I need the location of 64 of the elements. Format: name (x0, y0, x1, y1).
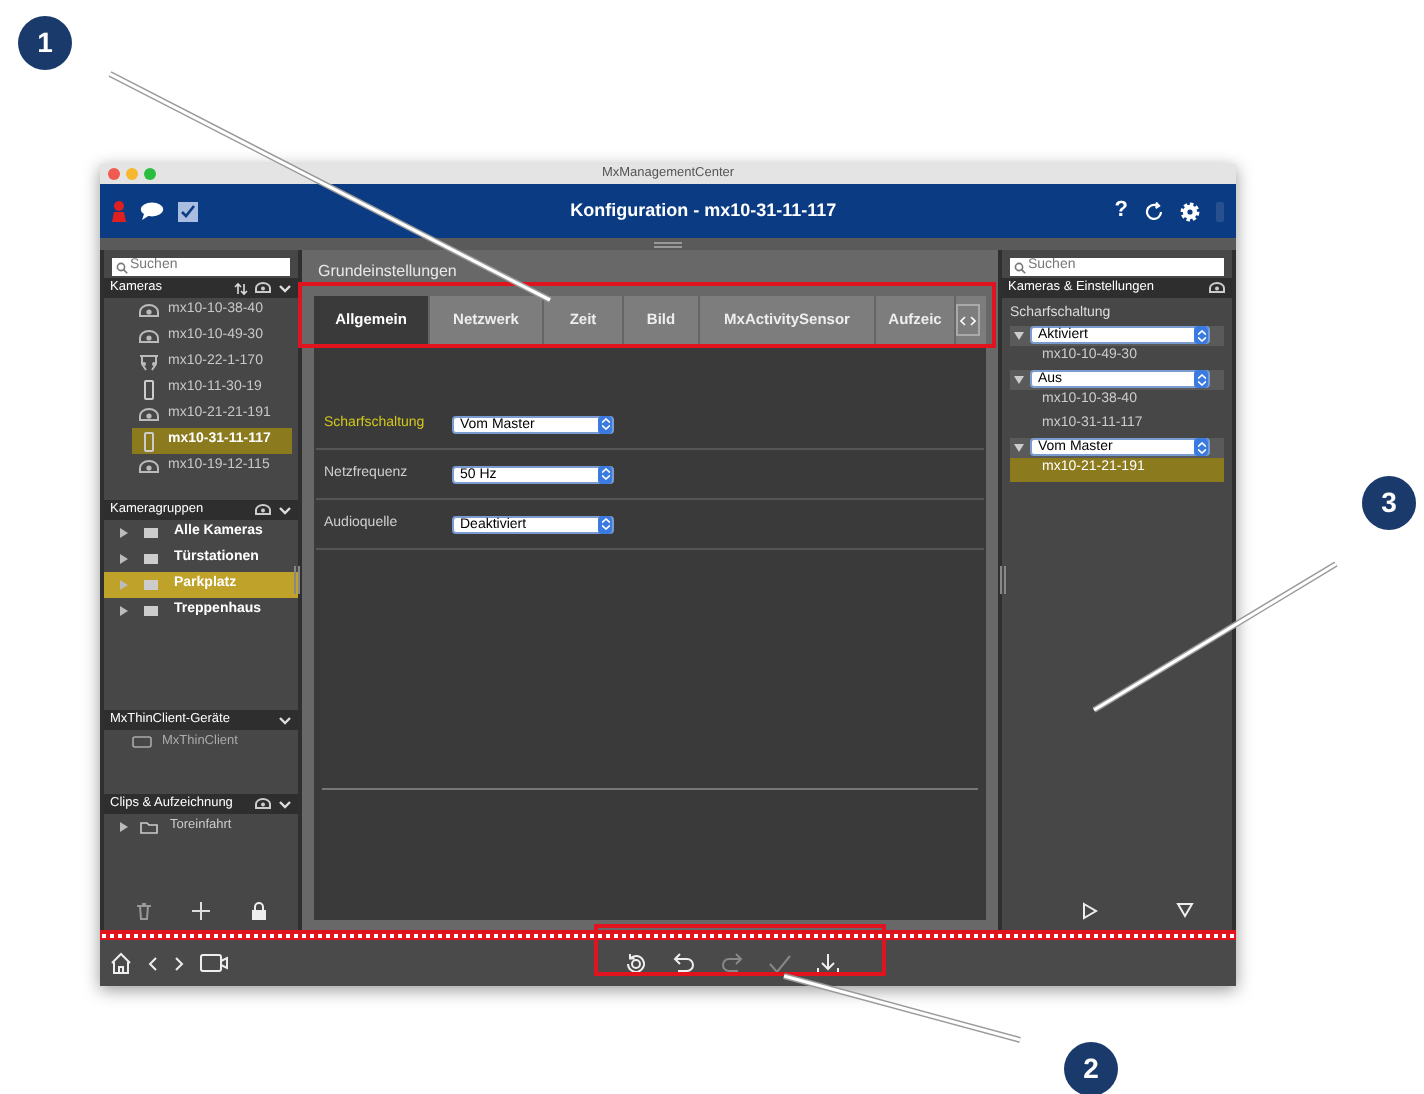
chevron-right-icon[interactable] (970, 315, 976, 325)
dome-camera-icon (137, 459, 159, 475)
grid-icon (144, 580, 158, 590)
stepper-icon (1197, 441, 1205, 453)
grid-icon (144, 606, 158, 616)
collapse-arrow-icon[interactable] (1014, 443, 1024, 451)
stepper-icon (1197, 329, 1205, 341)
redo-icon[interactable] (720, 952, 744, 974)
stepper-icon (601, 468, 609, 480)
callout-number: 2 (1064, 1042, 1118, 1094)
resize-handle[interactable] (294, 566, 300, 594)
download-icon[interactable] (816, 951, 840, 975)
grid-icon (144, 554, 158, 564)
back-icon[interactable] (148, 955, 158, 971)
callout-number: 1 (18, 16, 72, 70)
search-icon (1014, 261, 1026, 273)
lock-icon[interactable] (251, 902, 266, 920)
tall-device-icon (143, 431, 153, 451)
speech-bubble-icon[interactable] (140, 202, 164, 220)
resize-handle[interactable] (1000, 566, 1006, 594)
stepper-icon (601, 418, 609, 430)
reset-history-icon[interactable] (624, 951, 648, 975)
dome-camera-icon (137, 329, 159, 345)
home-icon[interactable] (110, 952, 132, 974)
grid-icon (144, 528, 158, 538)
callout-number: 3 (1362, 476, 1416, 530)
chevron-down-icon[interactable] (278, 283, 292, 293)
search-icon (116, 261, 128, 273)
dome-camera-icon (137, 407, 159, 423)
forward-icon[interactable] (174, 955, 184, 971)
expand-arrow-icon[interactable] (120, 821, 128, 831)
chevron-down-icon[interactable] (278, 715, 292, 725)
folder-icon (140, 819, 158, 833)
help-button[interactable]: ? (1114, 194, 1128, 228)
refresh-icon[interactable] (1144, 201, 1164, 221)
tab-scroll-buttons[interactable] (956, 304, 980, 336)
dome-camera-icon (137, 303, 159, 319)
triangle-down-icon[interactable] (1175, 902, 1193, 918)
video-camera-icon[interactable] (200, 954, 228, 972)
panel-title: Grundeinstellungen (318, 260, 457, 282)
expand-arrow-icon[interactable] (120, 528, 128, 538)
stepper-icon (1197, 373, 1205, 385)
expand-arrow-icon[interactable] (120, 554, 128, 564)
chevron-down-icon[interactable] (278, 799, 292, 809)
header-title: Konfiguration - mx10-31-11-117 (570, 197, 837, 224)
stepper-icon (601, 518, 609, 530)
dual-camera-icon (137, 354, 159, 372)
tall-device-icon (143, 379, 153, 399)
collapse-arrow-icon[interactable] (1014, 375, 1024, 383)
settings-icon[interactable] (1180, 201, 1200, 221)
trash-icon[interactable] (136, 902, 153, 920)
collapse-arrow-icon[interactable] (1014, 331, 1024, 339)
plus-icon[interactable] (192, 902, 211, 920)
sort-icon[interactable] (234, 281, 248, 295)
drag-handle[interactable] (654, 241, 682, 247)
expand-arrow-icon[interactable] (120, 606, 128, 616)
checkmark-icon[interactable] (768, 953, 792, 973)
monitor-icon (132, 736, 152, 748)
close-button[interactable] (108, 168, 120, 180)
chevron-down-icon[interactable] (278, 505, 292, 515)
chevron-left-icon[interactable] (960, 315, 966, 325)
play-icon[interactable] (1081, 902, 1097, 920)
undo-icon[interactable] (672, 952, 696, 974)
checkbox-icon[interactable] (178, 201, 198, 221)
